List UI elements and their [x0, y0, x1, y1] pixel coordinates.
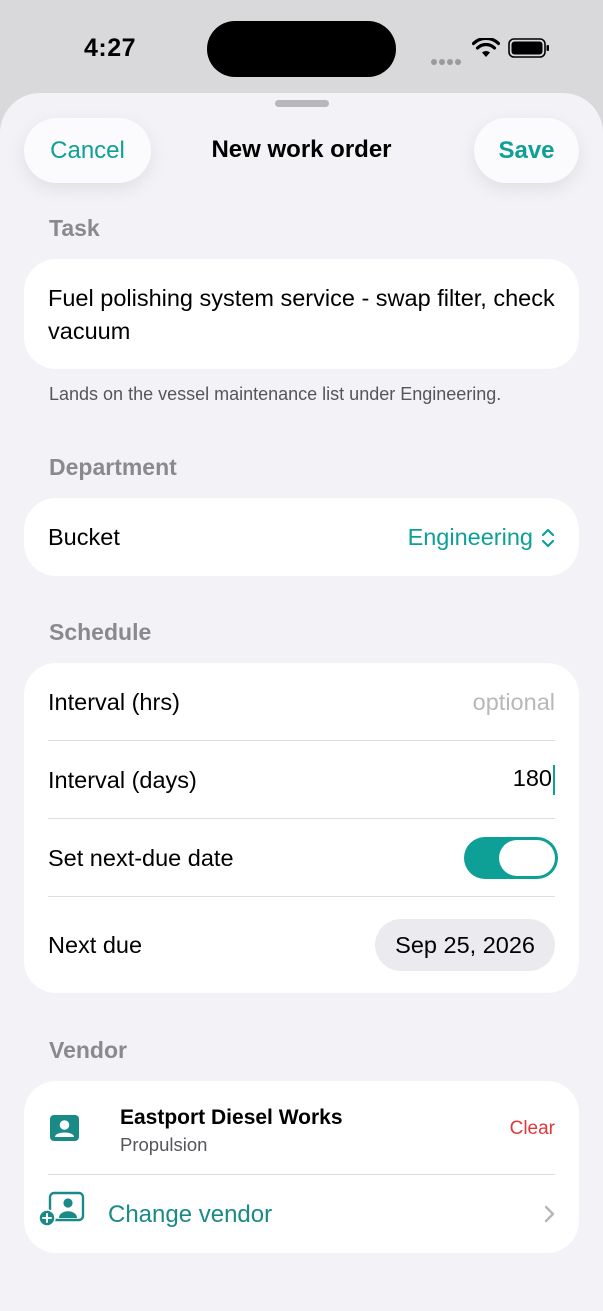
department-section-label: Department — [49, 454, 177, 480]
status-bar: 4:27 — [0, 0, 603, 95]
task-input[interactable]: Fuel polishing system service - swap fil… — [24, 259, 579, 369]
vendor-section-label: Vendor — [49, 1037, 127, 1063]
next-due-toggle-label: Set next-due date — [48, 844, 234, 871]
schedule-card: Interval (hrs) optional Interval (days) … — [24, 663, 579, 993]
bucket-label: Bucket — [48, 523, 120, 550]
next-due-toggle[interactable] — [464, 837, 558, 879]
cellular-signal-icon — [431, 52, 463, 70]
change-vendor-row[interactable]: Change vendor — [38, 1175, 555, 1253]
vendor-card: Eastport Diesel Works Propulsion Clear C… — [24, 1081, 579, 1253]
task-footnote: Lands on the vessel maintenance list und… — [49, 384, 502, 404]
interval-days-row[interactable]: Interval (days) 180 — [48, 741, 555, 819]
next-due-date-picker[interactable]: Sep 25, 2026 — [375, 919, 555, 971]
sheet-grabber[interactable] — [275, 100, 329, 107]
toggle-knob — [499, 840, 555, 876]
interval-hrs-input[interactable]: optional — [473, 689, 555, 716]
interval-days-label: Interval (days) — [48, 766, 197, 793]
schedule-section-label: Schedule — [49, 619, 152, 645]
text-cursor — [553, 765, 555, 795]
bucket-row[interactable]: Bucket Engineering — [48, 498, 555, 576]
status-time: 4:27 — [84, 34, 137, 62]
interval-hrs-label: Interval (hrs) — [48, 688, 180, 715]
selected-vendor-row[interactable]: Eastport Diesel Works Propulsion Clear — [48, 1081, 555, 1175]
clear-vendor-button[interactable]: Clear — [510, 1118, 555, 1140]
interval-days-input[interactable]: 180 — [513, 765, 555, 795]
next-due-value: Sep 25, 2026 — [395, 931, 535, 958]
task-section-label: Task — [49, 215, 100, 241]
vendor-name: Eastport Diesel Works — [120, 1106, 343, 1129]
dynamic-island — [207, 21, 396, 77]
bucket-value: Engineering — [407, 523, 533, 550]
save-button[interactable]: Save — [474, 118, 579, 183]
work-order-sheet: Cancel New work order Save Task Fuel pol… — [0, 93, 603, 1311]
interval-hrs-row[interactable]: Interval (hrs) optional — [48, 663, 555, 741]
add-person-card-icon — [38, 1191, 85, 1227]
next-due-toggle-row: Set next-due date — [48, 819, 558, 897]
chevron-right-icon — [544, 1205, 555, 1223]
task-text: Fuel polishing system service - swap fil… — [48, 285, 555, 344]
person-card-icon — [50, 1115, 79, 1141]
department-card: Bucket Engineering — [24, 498, 579, 576]
change-vendor-label: Change vendor — [108, 1201, 273, 1228]
vendor-category: Propulsion — [120, 1134, 208, 1155]
battery-icon — [508, 38, 549, 58]
next-due-row: Next due Sep 25, 2026 — [48, 897, 555, 993]
bucket-picker[interactable]: Engineering — [408, 524, 555, 551]
interval-days-value: 180 — [512, 765, 552, 792]
chevron-up-down-icon — [541, 529, 555, 548]
wifi-icon — [472, 38, 500, 57]
next-due-label: Next due — [48, 931, 143, 958]
